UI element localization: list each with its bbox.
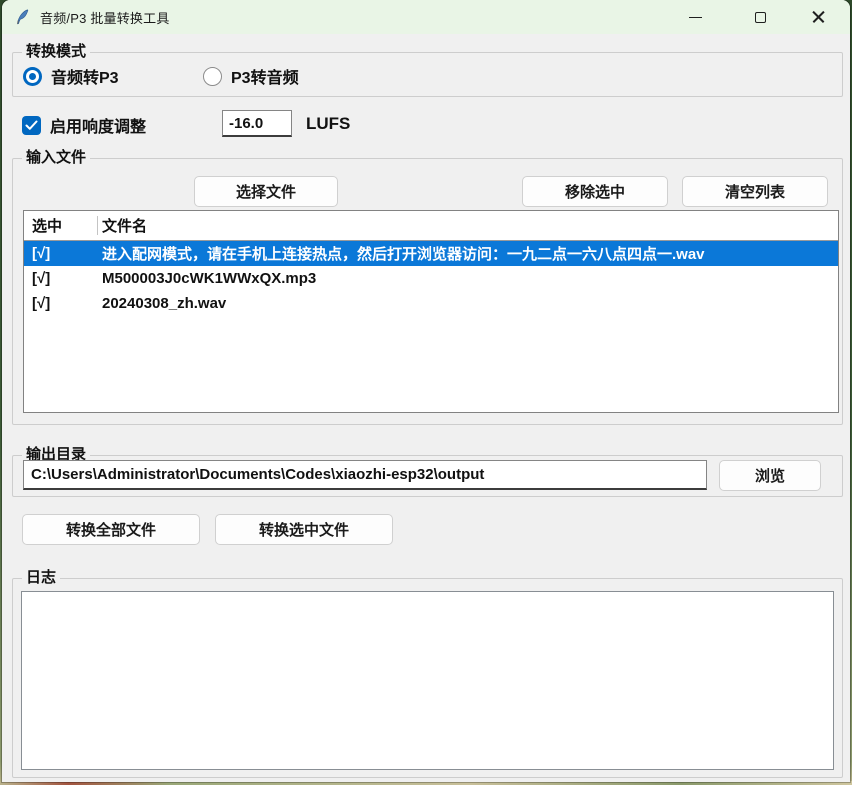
radio-audio-to-p3[interactable]: 音频转P3 [23,65,119,87]
radio-p3-to-audio-label: P3转音频 [231,64,299,88]
conversion-mode-group: 转换模式 音频转P3 P3转音频 [12,52,843,97]
radio-unselected-icon [203,67,222,86]
close-icon [812,11,825,24]
lufs-unit-label: LUFS [306,114,350,134]
browse-button[interactable]: 浏览 [719,460,821,491]
maximize-icon [755,12,766,23]
loudness-checkbox[interactable]: 启用响度调整 [22,113,146,137]
select-files-button[interactable]: 选择文件 [194,176,338,207]
radio-selected-icon [23,67,42,86]
file-list-header[interactable]: 选中 文件名 [24,211,838,241]
header-checked-column[interactable]: 选中 [24,211,97,240]
table-row[interactable]: [√] 进入配网模式，请在手机上连接热点，然后打开浏览器访问：一九二点一六八点四… [24,241,838,266]
log-group: 日志 [12,578,843,778]
input-files-group-label: 输入文件 [22,149,90,167]
loudness-row: 启用响度调整 LUFS [22,110,840,140]
column-separator[interactable] [97,216,98,235]
row-filename-cell[interactable]: 进入配网模式，请在手机上连接热点，然后打开浏览器访问：一九二点一六八点四点一.w… [97,243,838,264]
row-filename-cell[interactable]: M500003J0cWK1WWxQX.mp3 [97,270,838,287]
row-filename-cell[interactable]: 20240308_zh.wav [97,295,838,312]
output-path-input[interactable] [23,460,707,490]
python-feather-icon [15,9,31,25]
app-window: 音频/P3 批量转换工具 转换模式 音频转P3 P3转音频 [2,0,850,782]
clear-list-button[interactable]: 清空列表 [682,176,828,207]
file-list-table[interactable]: 选中 文件名 [√] 进入配网模式，请在手机上连接热点，然后打开浏览器访问：一九… [23,210,839,413]
row-checked-cell[interactable]: [√] [24,270,97,287]
window-title: 音频/P3 批量转换工具 [40,8,170,27]
remove-selected-button[interactable]: 移除选中 [522,176,668,207]
radio-audio-to-p3-label: 音频转P3 [51,64,119,88]
maximize-button[interactable] [737,0,783,34]
log-group-label: 日志 [22,569,60,587]
row-checked-cell[interactable]: [√] [24,245,97,262]
radio-p3-to-audio[interactable]: P3转音频 [203,65,299,87]
loudness-checkbox-label: 启用响度调整 [50,113,146,137]
table-row[interactable]: [√] 20240308_zh.wav [24,291,838,316]
table-row[interactable]: [√] M500003J0cWK1WWxQX.mp3 [24,266,838,291]
output-directory-group: 输出目录 浏览 [12,455,843,497]
mode-radio-row: 音频转P3 P3转音频 [21,65,834,87]
convert-all-button[interactable]: 转换全部文件 [22,514,200,545]
minimize-button[interactable] [672,0,718,34]
log-textarea[interactable] [21,591,834,770]
minimize-icon [689,17,702,18]
title-bar[interactable]: 音频/P3 批量转换工具 [2,0,850,34]
input-files-group: 输入文件 选择文件 移除选中 清空列表 选中 文件名 [√] 进入配网模式，请在… [12,158,843,425]
convert-selected-button[interactable]: 转换选中文件 [215,514,393,545]
lufs-value-input[interactable] [222,110,292,137]
row-checked-cell[interactable]: [√] [24,295,97,312]
close-button[interactable] [795,0,841,34]
conversion-mode-group-label: 转换模式 [22,43,90,61]
checkbox-checked-icon [22,116,41,135]
header-filename-column[interactable]: 文件名 [97,211,838,240]
